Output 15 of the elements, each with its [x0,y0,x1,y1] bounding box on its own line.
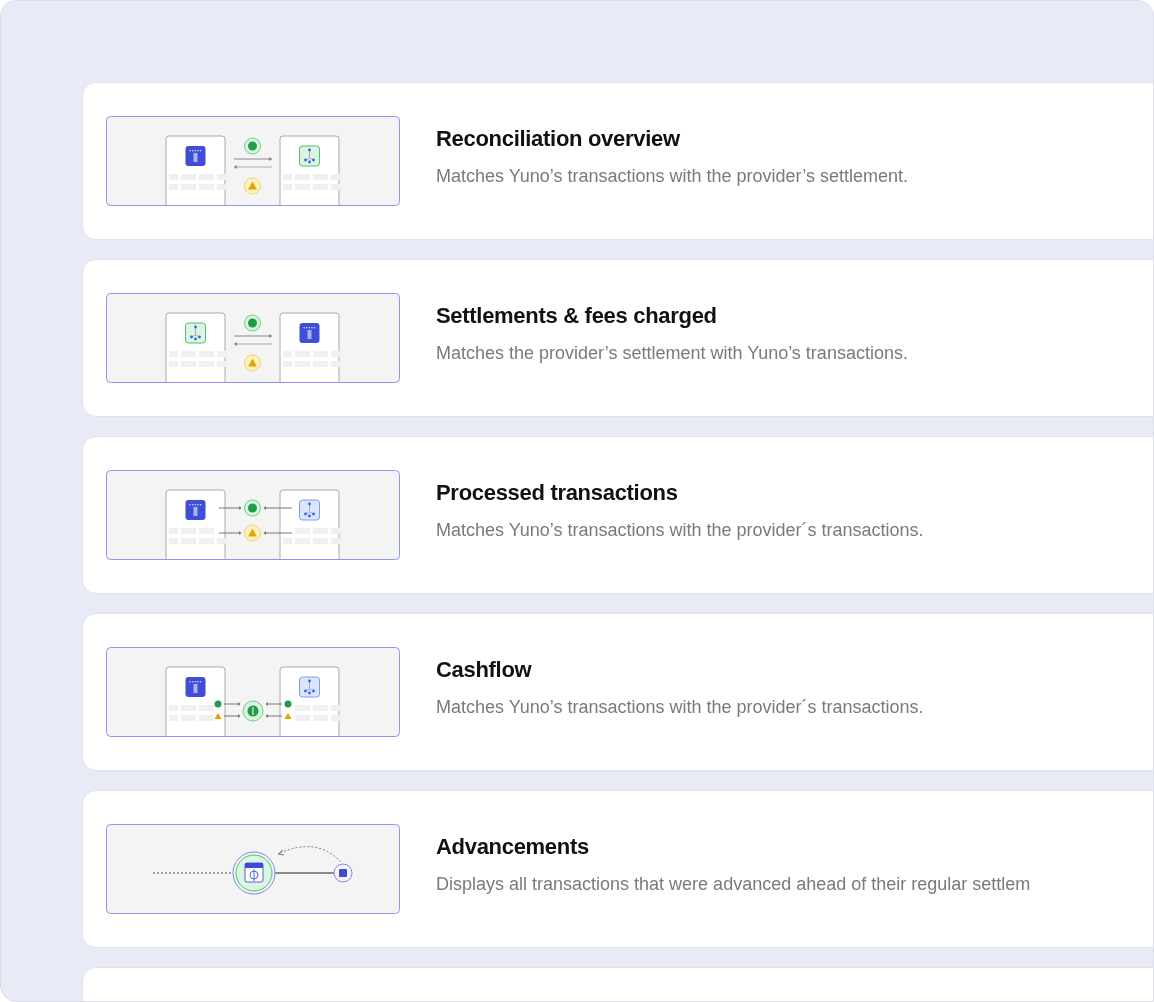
report-title: Reconciliation overview [436,125,681,152]
report-card[interactable]: Cashflow Matches Yuno’s transactions with the provider´s transactions. [82,613,1153,771]
report-description: Matches Yuno’s transactions with the provider’s settlement. [436,165,908,187]
report-description: Matches Yuno’s transactions with the provider´s transactions. [436,519,924,541]
report-description: Matches the provider’s settlement with Yuno’s transactions. [436,342,908,364]
report-card[interactable]: Advancements Displays all transactions that were advanced ahead of their regular settlem [82,790,1153,948]
report-title: Processed transactions [436,479,679,506]
report-title: Settlements & fees charged [436,302,718,329]
report-card[interactable]: Reconciliation overview Matches Yuno’s transactions with the provider’s settlement. [82,82,1153,240]
report-title: Cashflow [436,656,533,683]
report-card[interactable]: Settlements & fees charged Matches the provider’s settlement with Yuno’s transactions. [82,259,1153,417]
report-title: Advancements [436,833,590,860]
report-description: Displays all transactions that were advanced ahead of their regular settlem [436,873,1031,895]
report-card[interactable]: Processed transactions Matches Yuno’s transactions with the provider´s transactions. [82,436,1153,594]
report-description: Matches Yuno’s transactions with the provider´s transactions. [436,696,924,718]
